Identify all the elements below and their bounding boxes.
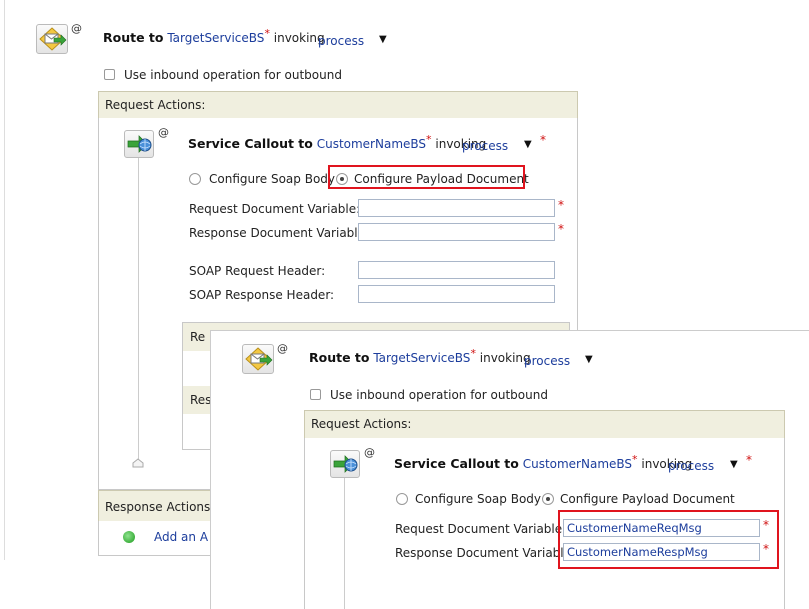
front-callout-at-icon: @ [364, 446, 375, 459]
soap-request-header-label: SOAP Request Header: [189, 264, 326, 278]
front-request-actions-label: Request Actions: [311, 417, 412, 431]
front-inbound-operation-checkbox[interactable] [310, 389, 321, 400]
front-callout-heading: Service Callout to CustomerNameBS* invok… [394, 453, 692, 471]
response-doc-label: Response Document Variable: [189, 226, 370, 240]
inbound-operation-label: Use inbound operation for outbound [124, 68, 342, 82]
callout-at-icon: @ [158, 126, 169, 139]
request-doc-required: * [558, 198, 564, 212]
sub-section-request-label: Re [190, 330, 206, 344]
service-callout-icon[interactable] [124, 130, 154, 158]
route-node-icon[interactable] [36, 24, 68, 54]
route-at-icon: @ [71, 22, 82, 35]
front-request-actions-header: Request Actions: [304, 410, 785, 439]
front-radio-payload-document[interactable] [542, 493, 554, 505]
request-actions-header: Request Actions: [98, 91, 578, 119]
front-callout-prefix: Service Callout to [394, 456, 519, 471]
response-doc-required: * [558, 222, 564, 236]
add-action-link[interactable]: Add an A [154, 530, 208, 544]
back-left-border [4, 0, 5, 560]
front-callout-operation-select[interactable]: process [668, 459, 714, 473]
front-service-callout-icon[interactable] [330, 450, 360, 478]
route-required-star: * [264, 27, 270, 40]
front-callout-target-link[interactable]: CustomerNameBS [523, 457, 632, 471]
request-actions-label: Request Actions: [105, 98, 206, 112]
soap-response-header-input[interactable] [358, 285, 555, 303]
route-target-link[interactable]: TargetServiceBS [167, 31, 264, 45]
route-operation-caret[interactable]: ▼ [379, 34, 387, 45]
connector-end-icon [132, 458, 144, 468]
front-request-doc-label: Request Document Variable: [395, 522, 567, 536]
response-doc-input[interactable] [358, 223, 555, 241]
soap-response-header-label: SOAP Response Header: [189, 288, 335, 302]
front-route-target-link[interactable]: TargetServiceBS [373, 351, 470, 365]
payload-highlight-box [328, 165, 525, 189]
sub-section-response-label: Res [190, 393, 212, 407]
front-route-operation-select[interactable]: process [524, 354, 570, 368]
inbound-operation-checkbox[interactable] [104, 69, 115, 80]
soap-request-header-input[interactable] [358, 261, 555, 279]
front-route-operation-caret[interactable]: ▼ [585, 354, 593, 365]
front-route-node-icon[interactable] [242, 344, 274, 374]
callout-operation-required: * [540, 133, 546, 147]
front-route-required-star: * [470, 347, 476, 360]
route-operation-select[interactable]: process [318, 34, 364, 48]
request-doc-label: Request Document Variable: [189, 202, 361, 216]
response-actions-label: Response Actions: [105, 500, 215, 514]
front-callout-operation-required: * [746, 453, 752, 467]
add-action-icon[interactable] [123, 531, 135, 543]
front-callout-operation-caret[interactable]: ▼ [730, 459, 738, 470]
front-response-doc-label: Response Document Variable: [395, 546, 576, 560]
callout-connector-line [138, 158, 139, 460]
callout-operation-caret[interactable]: ▼ [524, 139, 532, 150]
route-heading: Route to TargetServiceBS* invoking [103, 27, 325, 45]
request-doc-input[interactable] [358, 199, 555, 217]
callout-heading: Service Callout to CustomerNameBS* invok… [188, 133, 486, 151]
callout-prefix: Service Callout to [188, 136, 313, 151]
front-radio-payload-document-label: Configure Payload Document [560, 492, 735, 506]
front-radio-soap-body[interactable] [396, 493, 408, 505]
callout-operation-select[interactable]: process [462, 139, 508, 153]
front-route-heading: Route to TargetServiceBS* invoking [309, 347, 531, 365]
callout-target-link[interactable]: CustomerNameBS [317, 137, 426, 151]
route-prefix: Route to [103, 30, 164, 45]
front-radio-soap-body-label: Configure Soap Body [415, 492, 542, 506]
front-route-prefix: Route to [309, 350, 370, 365]
front-route-at-icon: @ [277, 342, 288, 355]
front-inbound-operation-label: Use inbound operation for outbound [330, 388, 548, 402]
front-callout-service-star: * [632, 453, 638, 466]
radio-soap-body[interactable] [189, 173, 201, 185]
front-callout-connector-line [344, 478, 345, 609]
variables-highlight-box [558, 510, 779, 569]
radio-soap-body-label: Configure Soap Body [209, 172, 336, 186]
callout-service-star: * [426, 133, 432, 146]
